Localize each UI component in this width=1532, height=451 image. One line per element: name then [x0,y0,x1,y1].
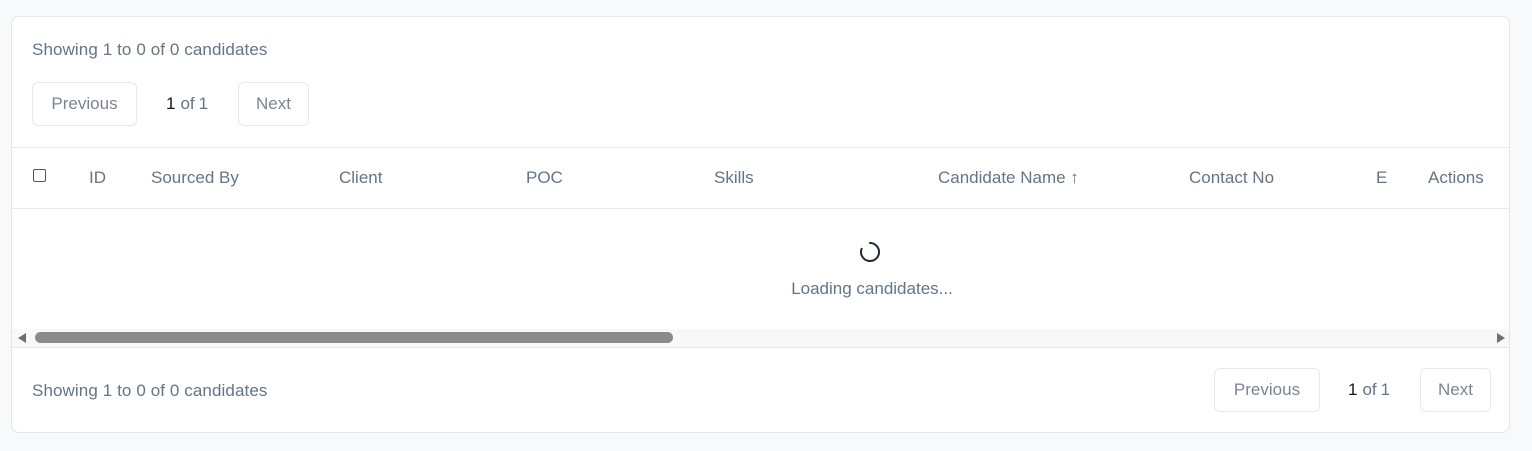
top-total-pages: 1 [198,94,209,113]
loading-message: Loading candidates... [791,279,953,298]
column-header-skills[interactable]: Skills [714,148,754,208]
top-next-button[interactable]: Next [238,82,309,126]
select-all-checkbox[interactable] [33,169,46,182]
bottom-total-pages: 1 [1380,380,1391,399]
loading-spinner-icon [860,242,881,262]
footer-divider [12,347,1509,348]
bottom-current-page: 1 [1348,380,1358,399]
bottom-page-of-label: of [1362,380,1377,399]
bottom-results-summary: Showing 1 to 0 of 0 candidates [32,381,268,400]
bottom-next-button[interactable]: Next [1420,368,1491,412]
column-header-id[interactable]: ID [89,148,106,208]
candidates-table-card: Showing 1 to 0 of 0 candidates Previous … [11,16,1510,433]
column-header-client[interactable]: Client [339,148,382,208]
table-header-row: ID Sourced By Client POC Skills Candidat… [12,147,1509,209]
column-header-candidate-name[interactable]: Candidate Name ↑ [938,148,1079,208]
bottom-previous-button[interactable]: Previous [1214,368,1320,412]
scroll-left-arrow-icon[interactable] [18,333,26,343]
horizontal-scrollbar[interactable] [12,329,1509,347]
scrollbar-thumb[interactable] [35,332,673,343]
column-header-contact-no[interactable]: Contact No [1189,148,1274,208]
column-header-poc[interactable]: POC [526,148,563,208]
scroll-right-arrow-icon[interactable] [1497,333,1505,343]
top-previous-button[interactable]: Previous [32,82,137,126]
column-header-e[interactable]: E [1376,148,1387,208]
top-current-page: 1 [166,94,176,113]
top-page-of-label: of [180,94,195,113]
top-results-summary: Showing 1 to 0 of 0 candidates [32,40,268,59]
top-page-indicator: 1 of 1 [166,82,208,126]
column-header-sourced-by[interactable]: Sourced By [151,148,239,208]
bottom-page-indicator: 1 of 1 [1348,368,1390,412]
column-header-actions[interactable]: Actions [1428,148,1484,208]
